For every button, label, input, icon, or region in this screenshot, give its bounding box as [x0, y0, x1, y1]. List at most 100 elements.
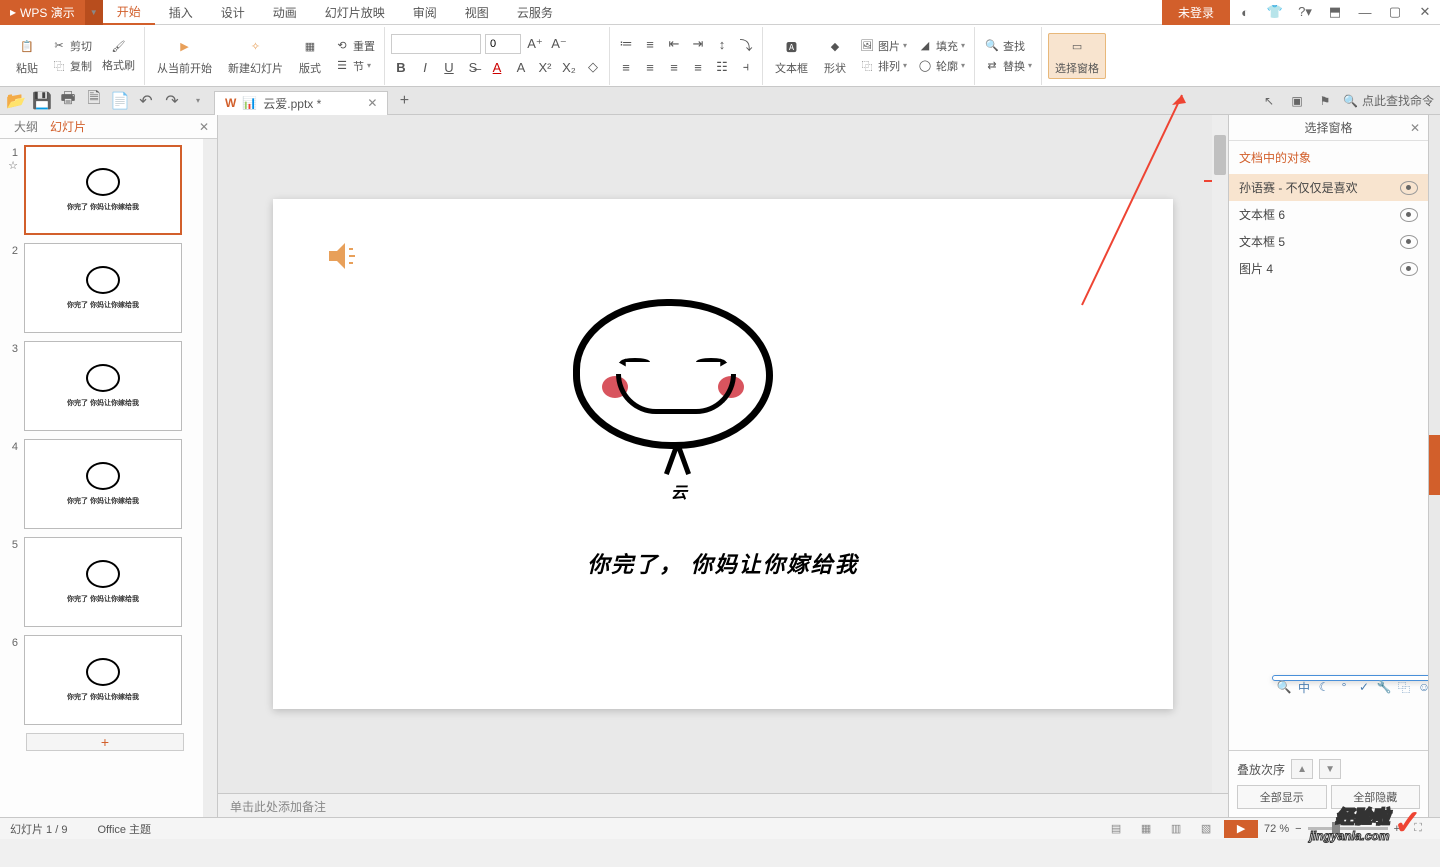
font-name-combo[interactable] — [391, 34, 481, 54]
slide-caption[interactable]: 你完了， 你妈让你嫁给我 — [273, 547, 1173, 579]
tool-icon-1[interactable]: ↖ — [1259, 91, 1279, 111]
open-icon[interactable]: 📂 — [6, 91, 26, 111]
clear-format-button[interactable]: ◇ — [583, 57, 603, 77]
float-check-icon[interactable]: ✓ — [1355, 678, 1373, 696]
notes-area[interactable]: 单击此处添加备注 — [218, 793, 1228, 817]
textbox-button[interactable]: 🅰文本框 — [769, 34, 814, 78]
shirt-icon[interactable]: 👕 — [1260, 0, 1290, 25]
selection-item-3[interactable]: 图片 4 — [1229, 255, 1428, 282]
float-pen-icon[interactable]: ° — [1335, 678, 1353, 696]
show-all-button[interactable]: 全部显示 — [1237, 785, 1327, 809]
italic-button[interactable]: I — [415, 57, 435, 77]
ribbon-toggle-icon[interactable]: ⬒ — [1320, 0, 1350, 25]
columns-button[interactable]: ☷ — [712, 57, 732, 77]
maximize-icon[interactable]: ▢ — [1380, 0, 1410, 25]
view-reading-icon[interactable]: ▥ — [1164, 820, 1188, 838]
thumbs-scrollbar[interactable] — [203, 139, 217, 817]
document-tab[interactable]: W 📊 云爱.pptx * ✕ — [214, 91, 388, 115]
indent-inc-button[interactable]: ⇥ — [688, 34, 708, 54]
command-search[interactable]: 🔍 点此查找命令 — [1343, 92, 1434, 109]
grow-font-button[interactable]: A⁺ — [525, 34, 545, 54]
find-button[interactable]: 🔍查找 — [981, 37, 1035, 55]
panel-close-icon[interactable]: ✕ — [199, 120, 209, 134]
slide-thumb-6[interactable]: 你完了 你妈让你嫁给我 — [24, 635, 182, 725]
tab-insert[interactable]: 插入 — [155, 0, 207, 25]
tab-design[interactable]: 设计 — [207, 0, 259, 25]
strikethrough-button[interactable]: S̶ — [463, 57, 483, 77]
tab-review[interactable]: 审阅 — [399, 0, 451, 25]
close-icon[interactable]: ✕ — [1410, 0, 1440, 25]
login-badge[interactable]: 未登录 — [1162, 0, 1230, 25]
picture-button[interactable]: 🖼图片▾ — [856, 37, 910, 55]
shrink-font-button[interactable]: A⁻ — [549, 34, 569, 54]
zoom-in-button[interactable]: + — [1394, 823, 1400, 835]
slide-thumb-5[interactable]: 你完了 你妈让你嫁给我 — [24, 537, 182, 627]
slide-thumb-4[interactable]: 你完了 你妈让你嫁给我 — [24, 439, 182, 529]
bold-button[interactable]: B — [391, 57, 411, 77]
close-doc-icon[interactable]: ✕ — [367, 96, 377, 110]
superscript-button[interactable]: X² — [535, 57, 555, 77]
app-menu-dropdown[interactable]: ▼ — [85, 0, 103, 25]
tab-animation[interactable]: 动画 — [259, 0, 311, 25]
help-icon[interactable]: ?▾ — [1290, 0, 1320, 25]
float-wrench-icon[interactable]: 🔧 — [1375, 678, 1393, 696]
print-icon[interactable]: 🖶 — [58, 91, 78, 111]
bring-forward-button[interactable]: ▲ — [1291, 759, 1313, 779]
shape-button[interactable]: ◆形状 — [818, 34, 852, 78]
bullets-button[interactable]: ≔ — [616, 34, 636, 54]
float-moon-icon[interactable]: ☾ — [1315, 678, 1333, 696]
export-pdf-icon[interactable]: 📄 — [110, 91, 130, 111]
canvas-scrollbar[interactable] — [1212, 115, 1228, 793]
undo-icon[interactable]: ↶ — [136, 91, 156, 111]
slide-image[interactable] — [573, 299, 773, 469]
zoom-out-button[interactable]: − — [1295, 823, 1301, 835]
float-zoom-icon[interactable]: 🔍 — [1275, 678, 1293, 696]
slides-tab[interactable]: 幻灯片 — [44, 118, 92, 135]
tab-home[interactable]: 开始 — [103, 0, 155, 25]
side-tab-handle[interactable] — [1429, 435, 1440, 495]
replace-button[interactable]: ⇄替换▾ — [981, 57, 1035, 75]
highlight-button[interactable]: A — [511, 57, 531, 77]
align-justify-button[interactable]: ≡ — [688, 57, 708, 77]
float-copy-icon[interactable]: ⿻ — [1395, 678, 1413, 696]
new-slide-button[interactable]: ✧新建幻灯片 — [222, 34, 289, 78]
slide-thumb-1[interactable]: 你完了 你妈让你嫁给我 — [24, 145, 182, 235]
new-tab-button[interactable]: + — [394, 91, 414, 111]
redo-icon[interactable]: ↷ — [162, 91, 182, 111]
text-direction-button[interactable]: ⤵ — [736, 34, 756, 54]
view-normal-icon[interactable]: ▤ — [1104, 820, 1128, 838]
add-slide-button[interactable]: + — [26, 733, 184, 751]
print-preview-icon[interactable]: 🗎 — [84, 91, 104, 111]
layout-button[interactable]: ▦版式 — [293, 34, 327, 78]
subscript-button[interactable]: X₂ — [559, 57, 579, 77]
slide-thumb-3[interactable]: 你完了 你妈让你嫁给我 — [24, 341, 182, 431]
visibility-toggle-icon[interactable] — [1400, 181, 1418, 195]
visibility-toggle-icon[interactable] — [1400, 262, 1418, 276]
selection-item-2[interactable]: 文本框 5 — [1229, 228, 1428, 255]
tab-view[interactable]: 视图 — [451, 0, 503, 25]
numbering-button[interactable]: ≡ — [640, 34, 660, 54]
paste-button[interactable]: 📋 粘贴 — [10, 34, 44, 78]
save-icon[interactable]: 💾 — [32, 91, 52, 111]
reset-button[interactable]: ⟲重置 — [331, 37, 378, 55]
cut-button[interactable]: ✂剪切 — [48, 37, 95, 55]
tool-icon-3[interactable]: ⚑ — [1315, 91, 1335, 111]
tab-cloud[interactable]: 云服务 — [503, 0, 567, 25]
zoom-slider[interactable] — [1308, 827, 1388, 830]
qat-dropdown[interactable]: ▾ — [188, 91, 208, 111]
font-color-button[interactable]: A — [487, 57, 507, 77]
visibility-toggle-icon[interactable] — [1400, 208, 1418, 222]
hide-all-button[interactable]: 全部隐藏 — [1331, 785, 1421, 809]
select-pane-button[interactable]: ▭选择窗格 — [1048, 33, 1106, 79]
slide-thumb-2[interactable]: 你完了 你妈让你嫁给我 — [24, 243, 182, 333]
selection-item-0[interactable]: 孙语赛 - 不仅仅是喜欢 — [1229, 174, 1428, 201]
font-size-combo[interactable]: 0 — [485, 34, 521, 54]
align-distribute-button[interactable]: ⫞ — [736, 57, 756, 77]
fit-window-icon[interactable]: ⛶ — [1406, 820, 1430, 838]
float-lang-icon[interactable]: 中 — [1295, 678, 1313, 696]
pane-close-icon[interactable]: ✕ — [1410, 121, 1420, 135]
slide-canvas[interactable]: 云 你完了， 你妈让你嫁给我 — [273, 199, 1173, 709]
format-painter-button[interactable]: 🖌格式刷 — [99, 37, 138, 74]
skin-icon[interactable]: ◐ — [1230, 0, 1260, 25]
visibility-toggle-icon[interactable] — [1400, 235, 1418, 249]
